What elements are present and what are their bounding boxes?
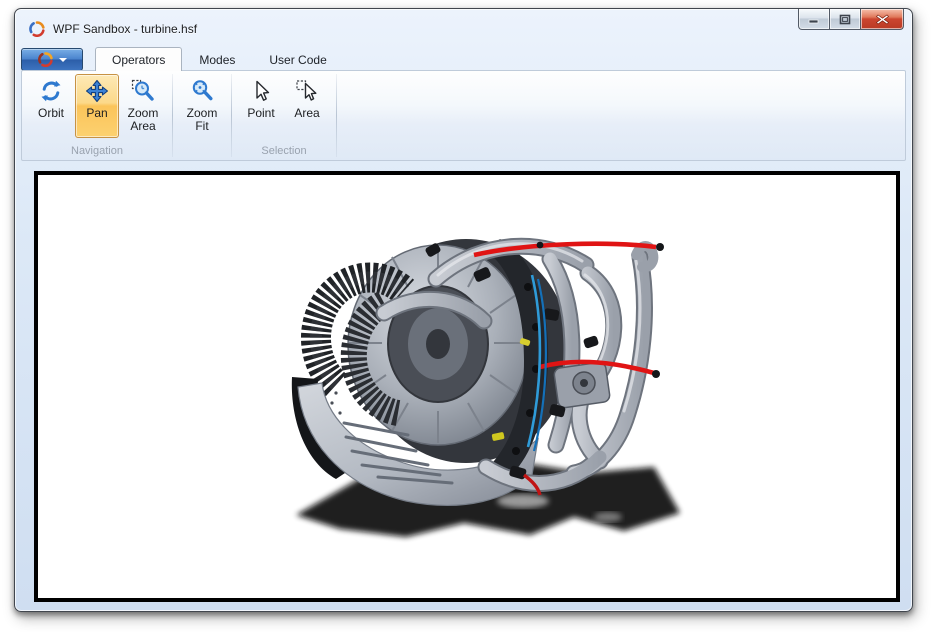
point-label: Point (247, 107, 274, 120)
area-label: Area (294, 107, 319, 120)
hoops-swirl-icon (38, 52, 53, 67)
zoom-fit-icon (189, 78, 215, 104)
title-bar[interactable]: WPF Sandbox - turbine.hsf (15, 9, 912, 47)
zoom-fit-buttons: Zoom Fit (179, 73, 225, 144)
point-select-button[interactable]: Point (239, 74, 283, 138)
ribbon-group-navigation: Orbit Pan (22, 71, 172, 160)
maximize-icon (839, 14, 851, 25)
application-menu-button[interactable] (21, 48, 83, 71)
minimize-icon (808, 15, 820, 24)
tab-operators[interactable]: Operators (95, 47, 182, 71)
screen: WPF Sandbox - turbine.hsf (0, 0, 935, 632)
group-label-empty (179, 144, 225, 160)
turbine-engine-render (288, 217, 688, 573)
area-select-button[interactable]: Area (285, 74, 329, 138)
window-controls (799, 9, 904, 30)
zoom-fit-label: Zoom Fit (181, 107, 223, 133)
ribbon-tab-strip: Operators Modes User Code (21, 47, 906, 71)
chevron-down-icon (59, 58, 67, 62)
close-icon (876, 14, 889, 25)
minimize-button[interactable] (798, 9, 830, 30)
zoom-fit-button[interactable]: Zoom Fit (180, 74, 224, 138)
orbit-icon (38, 78, 64, 104)
point-cursor-icon (248, 78, 274, 104)
viewport-canvas[interactable] (34, 171, 900, 602)
ribbon: Orbit Pan (21, 70, 906, 161)
turbo-housing (553, 362, 610, 409)
orbit-label: Orbit (38, 107, 64, 120)
ribbon-group-zoom-fit: Zoom Fit (173, 71, 231, 160)
zoom-area-label: Zoom Area (122, 107, 164, 133)
navigation-buttons: Orbit Pan (28, 73, 166, 144)
pan-label: Pan (86, 107, 107, 120)
maximize-button[interactable] (829, 9, 861, 30)
app-window: WPF Sandbox - turbine.hsf (14, 8, 913, 612)
group-label-navigation: Navigation (28, 144, 166, 160)
pan-icon (84, 78, 110, 104)
group-label-selection: Selection (238, 144, 330, 160)
tab-user-code[interactable]: User Code (252, 47, 343, 71)
ribbon-group-selection: Point Area Selection (232, 71, 336, 160)
window-title: WPF Sandbox - turbine.hsf (53, 22, 197, 36)
close-button[interactable] (860, 9, 904, 30)
zoom-area-button[interactable]: Zoom Area (121, 74, 165, 138)
selection-buttons: Point Area (238, 73, 330, 144)
zoom-area-icon (130, 78, 156, 104)
hoops-swirl-icon (29, 21, 45, 37)
ribbon-separator (336, 74, 337, 157)
orbit-button[interactable]: Orbit (29, 74, 73, 138)
area-cursor-icon (294, 78, 320, 104)
pan-button[interactable]: Pan (75, 74, 119, 138)
tab-modes[interactable]: Modes (182, 47, 252, 71)
